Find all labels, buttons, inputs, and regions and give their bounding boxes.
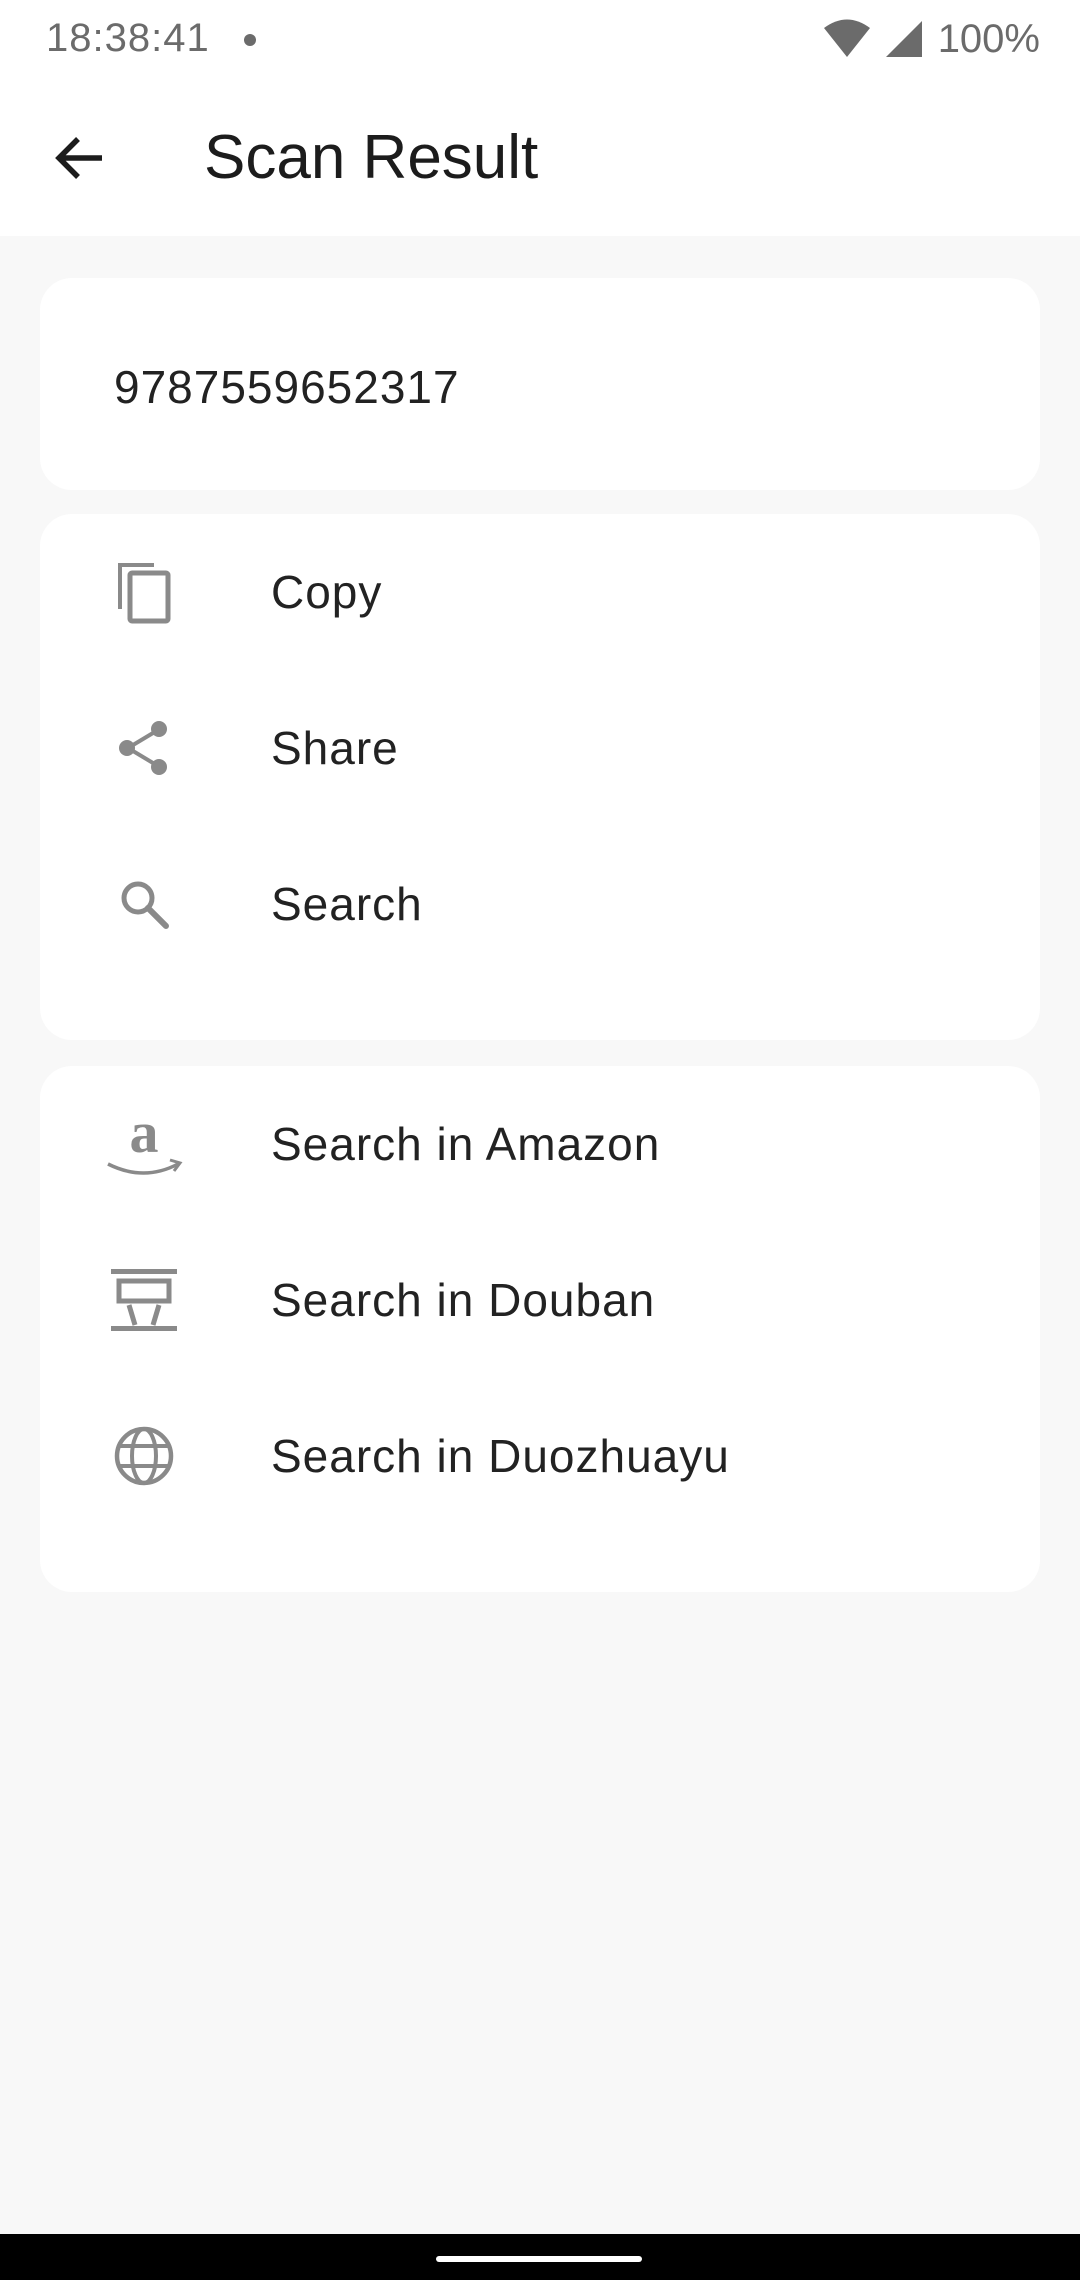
wifi-icon xyxy=(823,19,870,57)
search-duozhuayu-label: Search in Duozhuayu xyxy=(271,1430,730,1482)
search-row[interactable]: Search xyxy=(40,826,1040,982)
share-icon xyxy=(104,714,184,782)
search-douban-row[interactable]: Search in Douban xyxy=(40,1222,1040,1378)
svg-text:a: a xyxy=(130,1108,159,1165)
share-label: Share xyxy=(271,722,399,774)
amazon-icon: a xyxy=(104,1108,184,1178)
actions-card: Copy Share Search xyxy=(40,514,1040,1040)
battery-percent: 100% xyxy=(937,16,1040,61)
home-gesture-handle[interactable] xyxy=(436,2256,642,2262)
page-title: Scan Result xyxy=(204,123,539,192)
app-bar: Scan Result xyxy=(0,80,1080,236)
search-douban-label: Search in Douban xyxy=(271,1274,656,1326)
copy-label: Copy xyxy=(271,566,383,618)
search-engines-card: a Search in Amazon Search in Douban Sear… xyxy=(40,1066,1040,1592)
arrow-back-icon xyxy=(55,137,102,179)
scan-result-card: 9787559652317 xyxy=(40,278,1040,490)
search-icon xyxy=(104,870,184,938)
system-navigation-bar xyxy=(0,2234,1080,2280)
globe-icon xyxy=(104,1422,184,1490)
search-label: Search xyxy=(271,878,423,930)
share-row[interactable]: Share xyxy=(40,670,1040,826)
cell-signal-icon xyxy=(885,21,922,57)
copy-icon xyxy=(104,558,184,626)
back-button[interactable] xyxy=(40,118,120,198)
search-amazon-row[interactable]: a Search in Amazon xyxy=(40,1066,1040,1222)
copy-row[interactable]: Copy xyxy=(40,514,1040,670)
status-time: 18:38:41 xyxy=(46,16,210,60)
scan-result-value: 9787559652317 xyxy=(114,361,460,413)
status-bar: 18:38:41 100% xyxy=(0,0,1080,80)
notification-dot-icon xyxy=(244,34,256,46)
status-icons: 100% xyxy=(823,14,1040,64)
search-amazon-label: Search in Amazon xyxy=(271,1118,661,1170)
douban-icon xyxy=(104,1266,184,1334)
search-duozhuayu-row[interactable]: Search in Duozhuayu xyxy=(40,1378,1040,1534)
